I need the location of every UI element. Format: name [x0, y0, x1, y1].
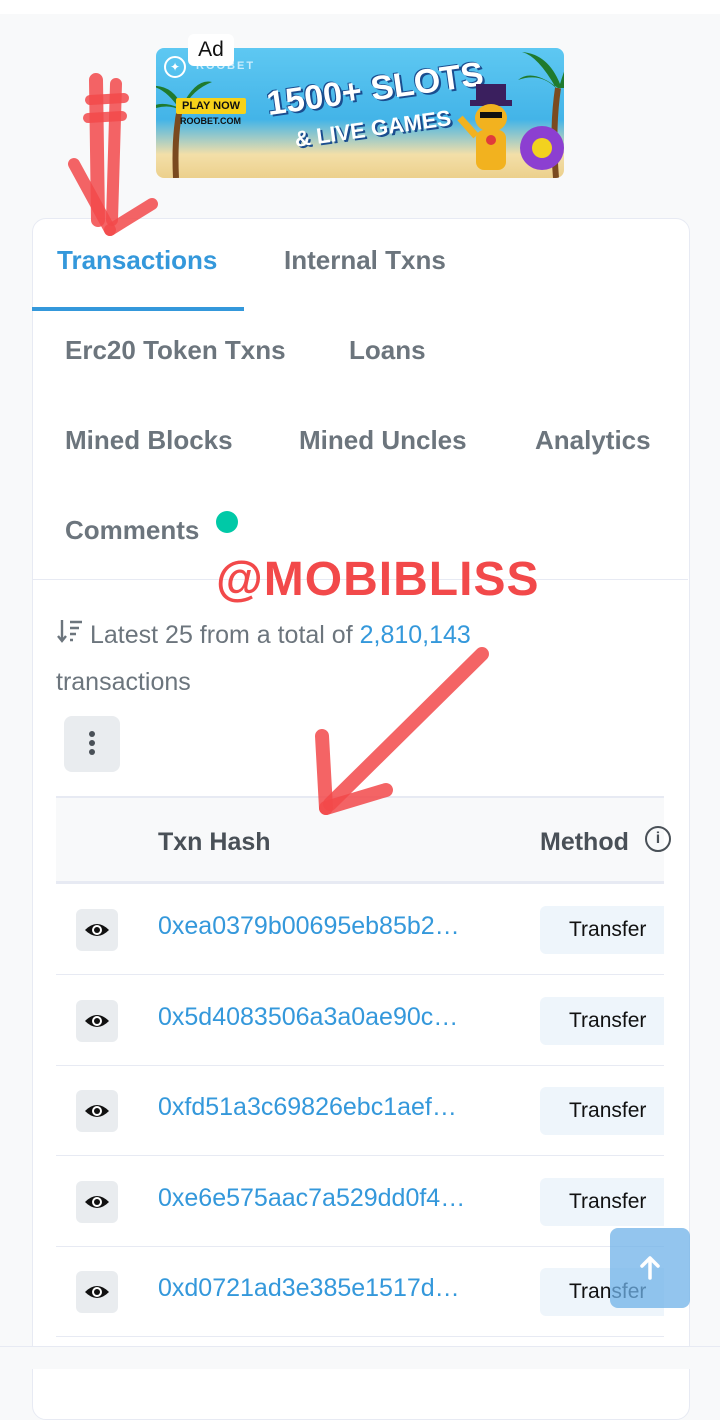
scroll-to-top-button[interactable]: [610, 1228, 690, 1308]
bottom-bar: [0, 1346, 720, 1369]
ad-site: ROOBET.COM: [180, 116, 242, 126]
preview-button[interactable]: [76, 1271, 118, 1313]
preview-button[interactable]: [76, 1000, 118, 1042]
annotation-arrow-icon: [315, 647, 489, 815]
eye-icon: [85, 1015, 109, 1027]
table-row: 0x5d4083506a3a0ae90c… Transfer: [56, 975, 664, 1066]
arrow-up-icon: [640, 1256, 660, 1280]
tab-loans[interactable]: Loans: [349, 335, 426, 366]
txn-hash-link[interactable]: 0xd0721ad3e385e1517d…: [158, 1274, 460, 1303]
method-badge: Transfer: [540, 906, 664, 954]
method-badge: Transfer: [540, 1178, 664, 1226]
eye-icon: [85, 1286, 109, 1298]
txn-hash-link[interactable]: 0xfd51a3c69826ebc1aef…: [158, 1093, 457, 1122]
preview-button[interactable]: [76, 1090, 118, 1132]
txn-hash-link[interactable]: 0x5d4083506a3a0ae90c…: [158, 1003, 458, 1032]
tab-analytics[interactable]: Analytics: [535, 425, 651, 456]
annotation-arrow-icon: [68, 73, 158, 236]
watermark-text: @MOBIBLISS: [216, 553, 540, 606]
sort-icon: [56, 613, 84, 659]
tab-internal-txns[interactable]: Internal Txns: [284, 245, 446, 276]
eye-icon: [85, 924, 109, 936]
table-row: 0xe6e575aac7a529dd0f4… Transfer: [56, 1156, 664, 1247]
tab-mined-blocks[interactable]: Mined Blocks: [65, 425, 233, 456]
preview-button[interactable]: [76, 909, 118, 951]
more-options-button[interactable]: [64, 716, 120, 772]
method-badge: Transfer: [540, 1087, 664, 1135]
table-row: 0xea0379b00695eb85b2… Transfer: [56, 884, 664, 975]
table-row: 0xfd51a3c69826ebc1aef… Transfer: [56, 1065, 664, 1156]
tab-mined-uncles[interactable]: Mined Uncles: [299, 425, 467, 456]
method-badge: Transfer: [540, 997, 664, 1045]
preview-button[interactable]: [76, 1181, 118, 1223]
table-row: 0xd0721ad3e385e1517d… Transfer: [56, 1246, 664, 1337]
tab-comments[interactable]: Comments: [65, 515, 199, 546]
summary-suffix: transactions: [56, 668, 191, 697]
info-icon[interactable]: i: [645, 826, 671, 852]
active-tab-indicator: [32, 307, 244, 311]
eye-icon: [85, 1196, 109, 1208]
column-header-txn-hash: Txn Hash: [158, 828, 271, 856]
txn-hash-link[interactable]: 0xe6e575aac7a529dd0f4…: [158, 1184, 465, 1213]
ad-banner[interactable]: ✦ ROOBET PLAY NOW ROOBET.COM 1500+ SLOTS…: [156, 48, 564, 178]
comments-status-dot: [216, 511, 238, 533]
tab-erc20-token-txns[interactable]: Erc20 Token Txns: [65, 335, 286, 366]
column-header-method: Method: [540, 828, 629, 856]
txn-hash-link[interactable]: 0xea0379b00695eb85b2…: [158, 912, 460, 941]
more-vertical-icon: [89, 731, 95, 755]
play-now-button[interactable]: PLAY NOW: [176, 98, 247, 114]
top-bar: [0, 0, 720, 14]
palm-tree-icon: [518, 52, 564, 178]
ad-headline: 1500+ SLOTS: [264, 55, 486, 124]
ad-badge: Ad: [188, 34, 234, 66]
eye-icon: [85, 1105, 109, 1117]
